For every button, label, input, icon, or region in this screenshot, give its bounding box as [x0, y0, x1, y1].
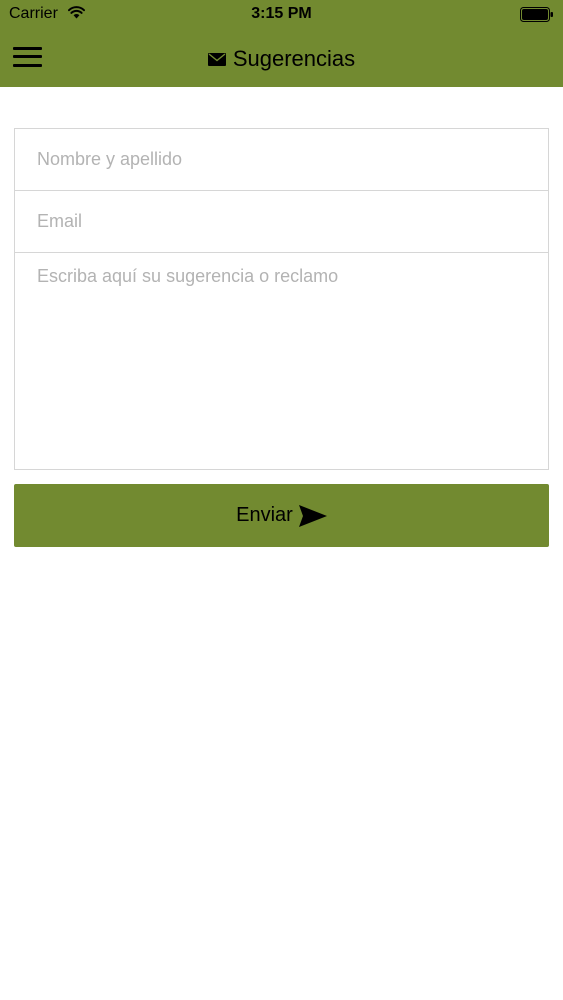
- nav-title-group: Sugerencias: [0, 30, 563, 87]
- send-button[interactable]: Enviar: [14, 484, 549, 547]
- suggestion-form: [14, 128, 549, 470]
- navigation-bar: Sugerencias: [0, 30, 563, 87]
- status-bar: Carrier 3:15 PM: [0, 0, 563, 30]
- send-arrow-icon: [298, 504, 327, 527]
- status-time: 3:15 PM: [251, 5, 312, 22]
- battery-icon: [520, 7, 553, 22]
- envelope-icon: [207, 52, 226, 66]
- page-title: Sugerencias: [232, 45, 356, 71]
- app-header: Carrier 3:15 PM Sugerencias: [0, 0, 563, 87]
- email-input[interactable]: [15, 191, 548, 253]
- name-input[interactable]: [15, 129, 548, 191]
- send-button-label: Enviar: [236, 504, 293, 526]
- message-textarea[interactable]: [15, 253, 548, 469]
- form-fields-box: [14, 128, 549, 470]
